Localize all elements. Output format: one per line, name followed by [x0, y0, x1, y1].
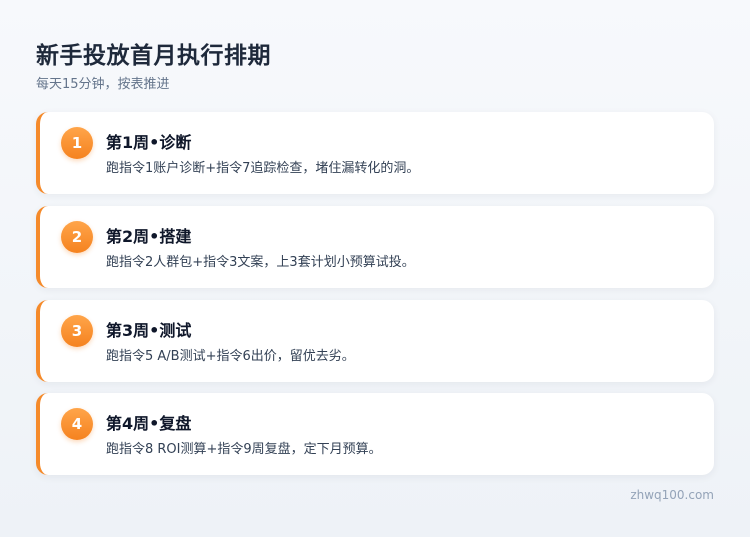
week-description: 跑指令5 A/B测试+指令6出价，留优去劣。: [106, 349, 355, 364]
week-number-badge: 1: [61, 127, 93, 159]
week-title: 第2周•搭建: [106, 227, 192, 246]
week-card-3: 3 第3周•测试 跑指令5 A/B测试+指令6出价，留优去劣。: [36, 300, 714, 382]
week-number-badge: 3: [61, 315, 93, 347]
week-title: 第3周•测试: [106, 321, 192, 340]
week-card-2: 2 第2周•搭建 跑指令2人群包+指令3文案，上3套计划小预算试投。: [36, 206, 714, 288]
week-description: 跑指令8 ROI测算+指令9周复盘，定下月预算。: [106, 442, 382, 457]
week-title: 第4周•复盘: [106, 414, 192, 433]
page-title: 新手投放首月执行排期: [36, 43, 271, 69]
week-card-4: 4 第4周•复盘 跑指令8 ROI测算+指令9周复盘，定下月预算。: [36, 393, 714, 475]
week-number-badge: 2: [61, 221, 93, 253]
page-subtitle: 每天15分钟，按表推进: [36, 77, 170, 92]
week-card-1: 1 第1周•诊断 跑指令1账户诊断+指令7追踪检查，堵住漏转化的洞。: [36, 112, 714, 194]
footer-site-link[interactable]: zhwq100.com: [630, 488, 714, 502]
week-title: 第1周•诊断: [106, 133, 192, 152]
week-number-badge: 4: [61, 408, 93, 440]
week-description: 跑指令1账户诊断+指令7追踪检查，堵住漏转化的洞。: [106, 161, 420, 176]
week-description: 跑指令2人群包+指令3文案，上3套计划小预算试投。: [106, 255, 415, 270]
